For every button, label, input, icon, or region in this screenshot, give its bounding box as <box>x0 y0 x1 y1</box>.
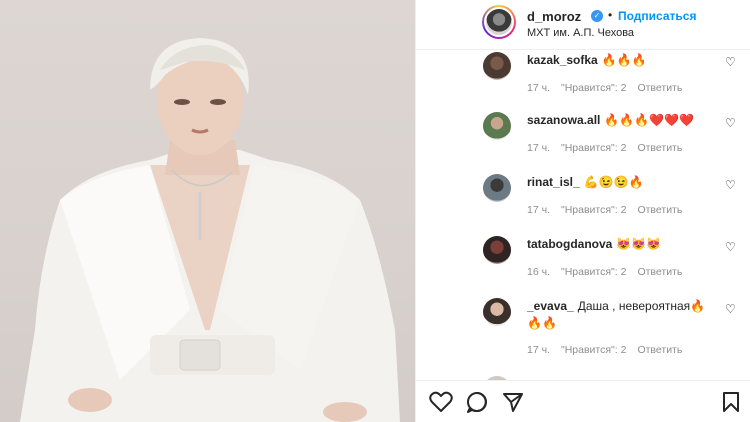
comment-body: 🔥🔥🔥 <box>601 53 647 67</box>
comment-meta: 17 ч. "Нравится": 2 Ответить <box>527 204 693 216</box>
post-sidebar: d_moroz ✓ • Подписаться МХТ им. А.П. Чех… <box>415 0 750 422</box>
comment-body: 😻😻😻 <box>616 237 662 251</box>
comment-item: kazak_sofka 🔥🔥🔥 17 ч. "Нравится": 2 Ответит… <box>416 50 750 96</box>
comment-time[interactable]: 17 ч. <box>527 82 550 94</box>
comment-likes[interactable]: "Нравится": 2 <box>561 344 626 356</box>
bookmark-icon[interactable] <box>721 391 741 413</box>
location-link[interactable]: МХТ им. А.П. Чехова <box>527 27 634 39</box>
comment-meta: 17 ч. "Нравится": 2 Ответить <box>527 344 693 356</box>
commenter-username[interactable]: sazanowa.all <box>527 113 600 127</box>
comment-text: tatabogdanova 😻😻😻 <box>527 236 717 253</box>
heart-icon[interactable] <box>429 391 453 413</box>
commenter-avatar[interactable] <box>483 236 511 264</box>
reply-button[interactable]: Ответить <box>637 204 682 216</box>
commenter-username[interactable]: rinat_isl_ <box>527 175 580 189</box>
post-actions <box>416 380 750 422</box>
comment-item: rinat_isl_ 💪😉😉🔥 17 ч. "Нравится": 2 Ответит… <box>416 166 750 226</box>
comment-item: tatabogdanova 😻😻😻 16 ч. "Нравится": 2 Ответ… <box>416 228 750 288</box>
comment-meta: 17 ч. "Нравится": 2 Ответить <box>527 142 693 154</box>
comments-scrollbar[interactable] <box>746 50 750 380</box>
verified-badge-icon: ✓ <box>591 10 603 22</box>
comment-like-heart-icon[interactable]: ♡ <box>725 302 736 316</box>
comment-meta: 17 ч. "Нравится": 2 Ответить <box>527 82 693 94</box>
commenter-avatar[interactable] <box>483 298 511 326</box>
comment-likes[interactable]: "Нравится": 2 <box>561 142 626 154</box>
comment-likes[interactable]: "Нравится": 2 <box>561 82 626 94</box>
comment-time[interactable]: 17 ч. <box>527 142 550 154</box>
comment-text: sazanowa.all 🔥🔥🔥❤️❤️❤️ <box>527 112 717 129</box>
comment-body: 💪😉😉🔥 <box>583 175 644 189</box>
commenter-username[interactable]: _evava_ <box>527 299 574 313</box>
comment-item: sazanowa.all 🔥🔥🔥❤️❤️❤️ 17 ч. "Нравится": 2… <box>416 104 750 164</box>
commenter-avatar[interactable] <box>483 174 511 202</box>
comment-time[interactable]: 16 ч. <box>527 266 550 278</box>
comments-list[interactable]: kazak_sofka 🔥🔥🔥 17 ч. "Нравится": 2 Ответит… <box>416 50 750 380</box>
share-icon[interactable] <box>502 391 524 413</box>
follow-button[interactable]: Подписаться <box>618 9 696 23</box>
post-view: d_moroz ✓ • Подписаться МХТ им. А.П. Чех… <box>0 0 750 422</box>
comment-item-partial <box>416 368 750 380</box>
comment-likes[interactable]: "Нравится": 2 <box>561 204 626 216</box>
reply-button[interactable]: Ответить <box>637 344 682 356</box>
commenter-avatar[interactable] <box>483 52 511 80</box>
comment-like-heart-icon[interactable]: ♡ <box>725 240 736 254</box>
reply-button[interactable]: Ответить <box>637 266 682 278</box>
comment-time[interactable]: 17 ч. <box>527 344 550 356</box>
post-header: d_moroz ✓ • Подписаться МХТ им. А.П. Чех… <box>416 0 750 50</box>
post-image <box>20 38 400 422</box>
comment-likes[interactable]: "Нравится": 2 <box>561 266 626 278</box>
commenter-avatar[interactable] <box>483 112 511 140</box>
comment-text: rinat_isl_ 💪😉😉🔥 <box>527 174 717 191</box>
reply-button[interactable]: Ответить <box>637 82 682 94</box>
post-photo[interactable] <box>0 0 415 422</box>
comment-time[interactable]: 17 ч. <box>527 204 550 216</box>
comment-like-heart-icon[interactable]: ♡ <box>725 178 736 192</box>
commenter-username[interactable]: kazak_sofka <box>527 53 598 67</box>
author-avatar[interactable] <box>482 5 516 39</box>
avatar-image <box>484 7 514 37</box>
comment-body: 🔥🔥🔥❤️❤️❤️ <box>604 113 695 127</box>
comment-like-heart-icon[interactable]: ♡ <box>725 55 736 69</box>
comment-text: kazak_sofka 🔥🔥🔥 <box>527 52 717 69</box>
comment-meta: 16 ч. "Нравится": 2 Ответить <box>527 266 693 278</box>
comment-text: _evava_ Даша , невероятная🔥🔥🔥 <box>527 298 717 332</box>
comment-like-heart-icon[interactable]: ♡ <box>725 116 736 130</box>
reply-button[interactable]: Ответить <box>637 142 682 154</box>
comment-item: _evava_ Даша , невероятная🔥🔥🔥 17 ч. "Нрави… <box>416 290 750 370</box>
comment-icon[interactable] <box>466 391 488 413</box>
commenter-username[interactable]: tatabogdanova <box>527 237 612 251</box>
header-separator: • <box>608 8 613 22</box>
author-username[interactable]: d_moroz <box>527 9 581 24</box>
